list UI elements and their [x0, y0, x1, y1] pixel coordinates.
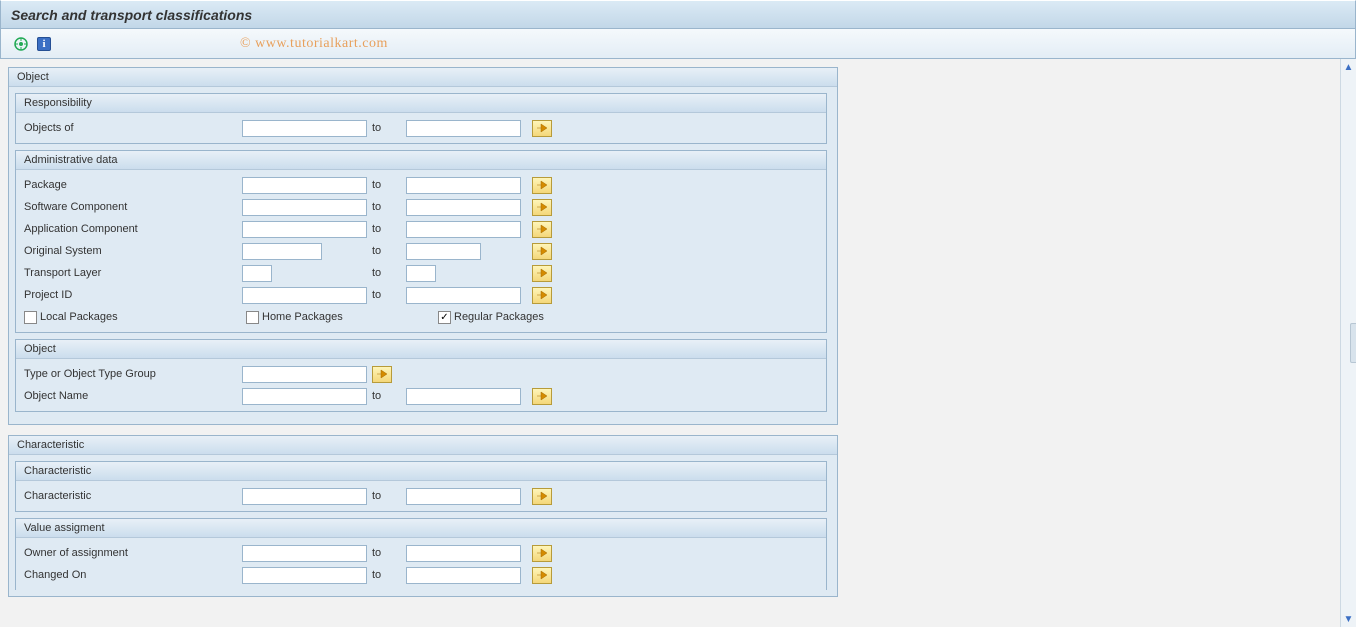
label-changed-on: Changed On: [22, 569, 242, 581]
subgroup-responsibility-title: Responsibility: [16, 94, 826, 113]
scroll-down-icon[interactable]: ▼: [1341, 611, 1356, 627]
row-package: Package to: [22, 174, 820, 196]
label-application-component: Application Component: [22, 223, 242, 235]
input-characteristic-from[interactable]: [242, 488, 367, 505]
row-transport-layer: Transport Layer to: [22, 262, 820, 284]
row-object-name: Object Name to: [22, 385, 820, 407]
group-object: Object Responsibility Objects of to Adm: [8, 67, 838, 425]
row-objects-of: Objects of to: [22, 117, 820, 139]
input-type-group[interactable]: [242, 366, 367, 383]
input-software-component-to[interactable]: [406, 199, 521, 216]
multi-select-characteristic[interactable]: [532, 488, 552, 505]
input-transport-layer-to[interactable]: [406, 265, 436, 282]
input-characteristic-to[interactable]: [406, 488, 521, 505]
content-area: Object Responsibility Objects of to Adm: [0, 59, 1340, 627]
label-package: Package: [22, 179, 242, 191]
input-project-id-from[interactable]: [242, 287, 367, 304]
multi-select-software-component[interactable]: [532, 199, 552, 216]
title-bar: Search and transport classifications: [0, 0, 1356, 29]
row-owner: Owner of assignment to: [22, 542, 820, 564]
group-characteristic-title: Characteristic: [9, 436, 837, 455]
subgroup-admin-title: Administrative data: [16, 151, 826, 170]
label-transport-layer: Transport Layer: [22, 267, 242, 279]
input-original-system-to[interactable]: [406, 243, 481, 260]
label-owner: Owner of assignment: [22, 547, 242, 559]
info-button[interactable]: i: [37, 37, 51, 51]
input-application-component-from[interactable]: [242, 221, 367, 238]
multi-select-objects-of[interactable]: [532, 120, 552, 137]
subgroup-value-assignment: Value assigment Owner of assignment to C…: [15, 518, 827, 590]
multi-select-type-group[interactable]: [372, 366, 392, 383]
row-software-component: Software Component to: [22, 196, 820, 218]
label-original-system: Original System: [22, 245, 242, 257]
multi-select-original-system[interactable]: [532, 243, 552, 260]
subgroup-characteristic-title: Characteristic: [16, 462, 826, 481]
input-objects-of-to[interactable]: [406, 120, 521, 137]
label-regular-packages: Regular Packages: [454, 311, 544, 323]
input-project-id-to[interactable]: [406, 287, 521, 304]
checkbox-home-packages[interactable]: [246, 311, 259, 324]
to-label: to: [372, 122, 402, 134]
subgroup-object-inner-title: Object: [16, 340, 826, 359]
toolbar: i: [0, 29, 1356, 59]
input-package-to[interactable]: [406, 177, 521, 194]
label-software-component: Software Component: [22, 201, 242, 213]
multi-select-object-name[interactable]: [532, 388, 552, 405]
input-transport-layer-from[interactable]: [242, 265, 272, 282]
row-changed-on: Changed On to: [22, 564, 820, 586]
subgroup-responsibility: Responsibility Objects of to: [15, 93, 827, 144]
input-original-system-from[interactable]: [242, 243, 322, 260]
input-software-component-from[interactable]: [242, 199, 367, 216]
group-object-title: Object: [9, 68, 837, 87]
label-local-packages: Local Packages: [40, 311, 118, 323]
row-characteristic: Characteristic to: [22, 485, 820, 507]
execute-button[interactable]: [11, 34, 31, 54]
multi-select-project-id[interactable]: [532, 287, 552, 304]
label-type-group: Type or Object Type Group: [22, 368, 242, 380]
input-package-from[interactable]: [242, 177, 367, 194]
input-object-name-from[interactable]: [242, 388, 367, 405]
label-object-name: Object Name: [22, 390, 242, 402]
multi-select-changed-on[interactable]: [532, 567, 552, 584]
label-home-packages: Home Packages: [262, 311, 343, 323]
input-changed-on-to[interactable]: [406, 567, 521, 584]
input-owner-from[interactable]: [242, 545, 367, 562]
input-changed-on-from[interactable]: [242, 567, 367, 584]
row-application-component: Application Component to: [22, 218, 820, 240]
input-owner-to[interactable]: [406, 545, 521, 562]
multi-select-transport-layer[interactable]: [532, 265, 552, 282]
page-title: Search and transport classifications: [11, 7, 252, 23]
subgroup-value-assignment-title: Value assigment: [16, 519, 826, 538]
row-type-group: Type or Object Type Group: [22, 363, 820, 385]
row-original-system: Original System to: [22, 240, 820, 262]
row-project-id: Project ID to: [22, 284, 820, 306]
input-object-name-to[interactable]: [406, 388, 521, 405]
resize-grip[interactable]: [1350, 323, 1356, 363]
multi-select-package[interactable]: [532, 177, 552, 194]
input-application-component-to[interactable]: [406, 221, 521, 238]
multi-select-owner[interactable]: [532, 545, 552, 562]
row-package-flags: Local Packages Home Packages ✓ Regular P…: [22, 306, 820, 328]
multi-select-application-component[interactable]: [532, 221, 552, 238]
checkbox-local-packages[interactable]: [24, 311, 37, 324]
checkbox-regular-packages[interactable]: ✓: [438, 311, 451, 324]
label-objects-of: Objects of: [22, 122, 242, 134]
label-characteristic: Characteristic: [22, 490, 242, 502]
subgroup-object-inner: Object Type or Object Type Group Object …: [15, 339, 827, 412]
subgroup-admin: Administrative data Package to Software …: [15, 150, 827, 333]
group-characteristic: Characteristic Characteristic Characteri…: [8, 435, 838, 597]
label-project-id: Project ID: [22, 289, 242, 301]
input-objects-of-from[interactable]: [242, 120, 367, 137]
subgroup-characteristic: Characteristic Characteristic to: [15, 461, 827, 512]
scroll-up-icon[interactable]: ▲: [1341, 59, 1356, 75]
